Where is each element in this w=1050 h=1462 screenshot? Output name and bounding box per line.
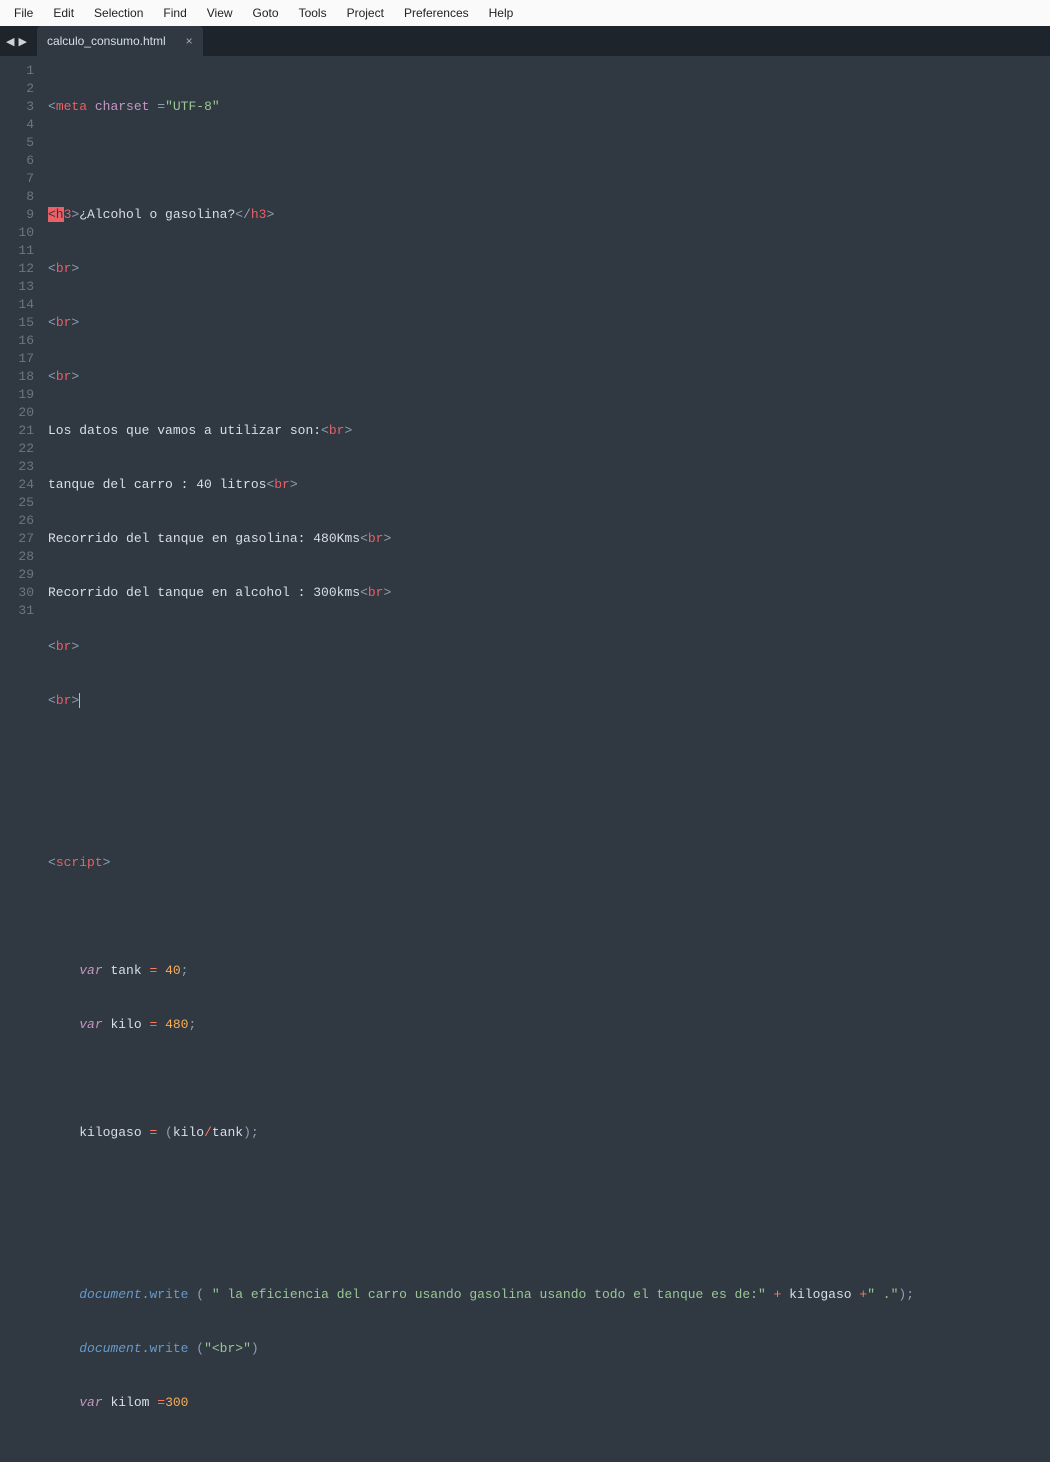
line-number: 17 — [0, 350, 34, 368]
line-number: 10 — [0, 224, 34, 242]
line-number: 27 — [0, 530, 34, 548]
line-number: 1 — [0, 62, 34, 80]
code-area[interactable]: <meta charset ="UTF-8" <h3>¿Alcohol o ga… — [42, 56, 922, 731]
line-number: 2 — [0, 80, 34, 98]
line-number: 22 — [0, 440, 34, 458]
menu-goto[interactable]: Goto — [243, 6, 289, 20]
line-number: 20 — [0, 404, 34, 422]
line-number: 25 — [0, 494, 34, 512]
line-number: 3 — [0, 98, 34, 116]
line-number: 5 — [0, 134, 34, 152]
line-number: 6 — [0, 152, 34, 170]
line-number: 18 — [0, 368, 34, 386]
menu-help[interactable]: Help — [479, 6, 524, 20]
line-number: 11 — [0, 242, 34, 260]
line-number: 14 — [0, 296, 34, 314]
line-number: 9 — [0, 206, 34, 224]
line-number: 16 — [0, 332, 34, 350]
line-number: 24 — [0, 476, 34, 494]
menu-file[interactable]: File — [4, 6, 43, 20]
menu-find[interactable]: Find — [153, 6, 196, 20]
line-number: 23 — [0, 458, 34, 476]
menu-project[interactable]: Project — [337, 6, 394, 20]
tab-nav: ◀ ▶ — [0, 35, 33, 48]
menu-view[interactable]: View — [197, 6, 243, 20]
menu-edit[interactable]: Edit — [43, 6, 84, 20]
menu-preferences[interactable]: Preferences — [394, 6, 479, 20]
tab-filename: calculo_consumo.html — [47, 34, 166, 48]
line-number: 7 — [0, 170, 34, 188]
line-number: 26 — [0, 512, 34, 530]
tab-nav-right-icon[interactable]: ▶ — [18, 35, 26, 48]
line-number: 21 — [0, 422, 34, 440]
tabbar: ◀ ▶ calculo_consumo.html × — [0, 26, 1050, 56]
line-number: 8 — [0, 188, 34, 206]
line-number: 30 — [0, 584, 34, 602]
tab-nav-left-icon[interactable]: ◀ — [6, 35, 14, 48]
line-number: 4 — [0, 116, 34, 134]
line-number: 28 — [0, 548, 34, 566]
line-number: 12 — [0, 260, 34, 278]
line-number: 29 — [0, 566, 34, 584]
menubar: File Edit Selection Find View Goto Tools… — [0, 0, 1050, 26]
line-number: 31 — [0, 602, 34, 620]
gutter: 1234567891011121314151617181920212223242… — [0, 56, 42, 731]
menu-selection[interactable]: Selection — [84, 6, 153, 20]
close-icon[interactable]: × — [186, 34, 193, 48]
line-number: 13 — [0, 278, 34, 296]
editor[interactable]: 1234567891011121314151617181920212223242… — [0, 56, 1050, 731]
line-number: 15 — [0, 314, 34, 332]
menu-tools[interactable]: Tools — [289, 6, 337, 20]
tab-active[interactable]: calculo_consumo.html × — [37, 26, 203, 56]
line-number: 19 — [0, 386, 34, 404]
